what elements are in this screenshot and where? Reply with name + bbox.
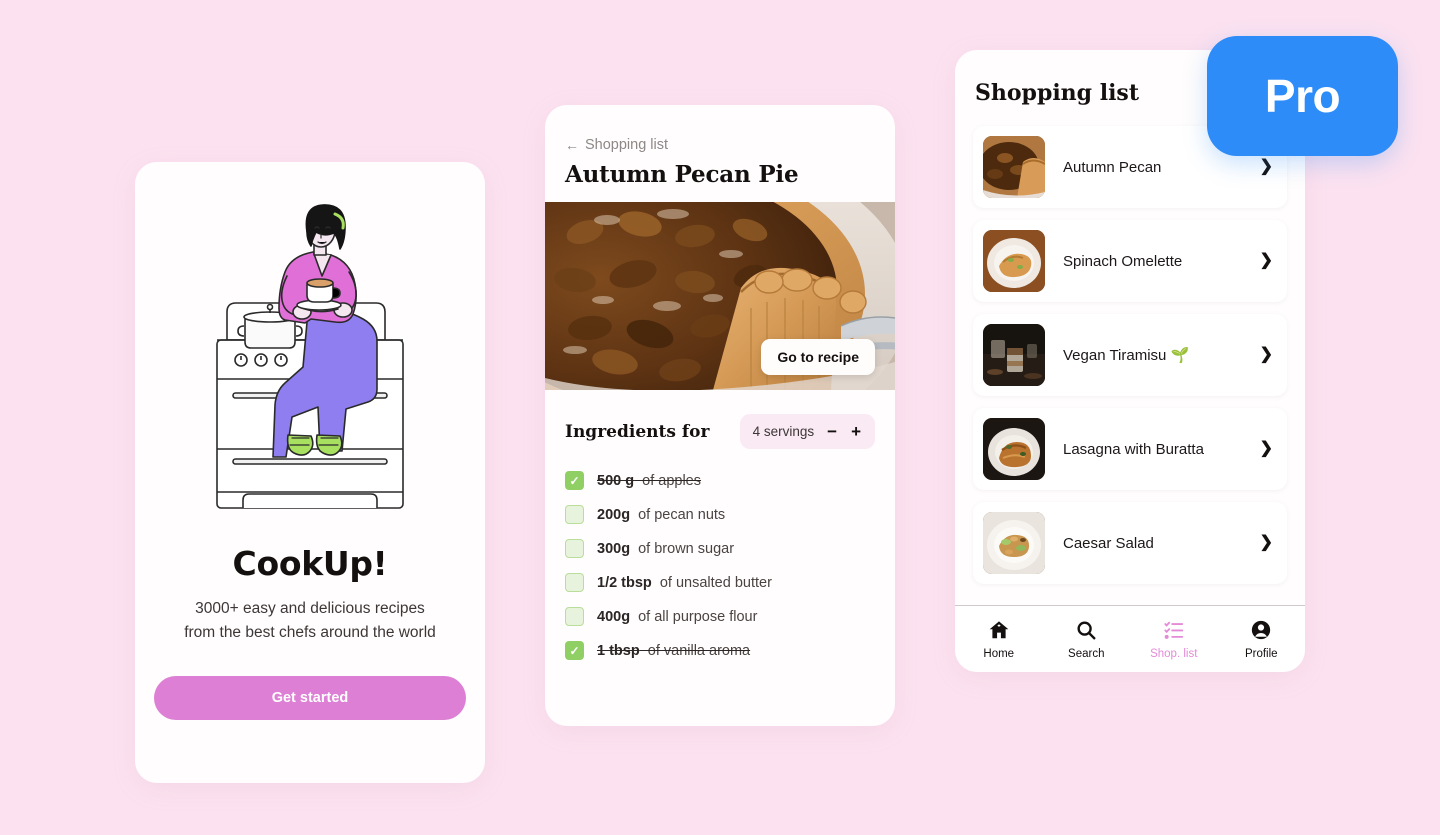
pro-badge[interactable]: Pro bbox=[1207, 36, 1398, 156]
tab-search[interactable]: Search bbox=[1043, 619, 1131, 660]
decrease-servings-button[interactable]: − bbox=[826, 423, 838, 440]
chevron-right-icon[interactable]: ❯ bbox=[1260, 347, 1273, 363]
ingredient-name: of pecan nuts bbox=[630, 506, 726, 523]
chevron-right-icon[interactable]: ❯ bbox=[1260, 253, 1273, 269]
check-icon: ✓ bbox=[569, 643, 580, 658]
shopping-list-item[interactable]: Lasagna with Buratta ❯ bbox=[973, 408, 1287, 490]
ingredient-quantity: 1 tbsp bbox=[597, 642, 640, 659]
ingredient-text: 500 g of apples bbox=[597, 473, 701, 489]
page-stage: CookUp! 3000+ easy and delicious recipes… bbox=[0, 0, 1440, 835]
omelette-thumb bbox=[983, 230, 1045, 292]
ingredient-name: of brown sugar bbox=[630, 540, 735, 557]
subtitle-line-2: from the best chefs around the world bbox=[184, 623, 436, 641]
checkbox-unchecked-icon[interactable] bbox=[565, 573, 584, 592]
profile-icon bbox=[1250, 619, 1272, 641]
checklist-icon bbox=[1163, 619, 1185, 641]
shopping-items-list: Autumn Pecan ❯ Spinach Omelette ❯ Vegan Ti… bbox=[955, 106, 1305, 605]
check-icon: ✓ bbox=[569, 473, 580, 488]
recipe-header: ← Shopping list Autumn Pecan Pie bbox=[545, 105, 895, 202]
checkbox-unchecked-icon[interactable] bbox=[565, 539, 584, 558]
salad-thumb bbox=[983, 512, 1045, 574]
servings-value: 4 servings bbox=[752, 424, 815, 439]
go-to-recipe-button[interactable]: Go to recipe bbox=[761, 339, 875, 375]
tab-profile[interactable]: Profile bbox=[1218, 619, 1306, 660]
get-started-button[interactable]: Get started bbox=[154, 676, 466, 721]
shopping-item-name: Lasagna with Buratta bbox=[1063, 440, 1204, 458]
ingredient-row[interactable]: 300g of brown sugar bbox=[565, 539, 875, 558]
lasagna-thumb bbox=[983, 418, 1045, 480]
ingredient-quantity: 1/2 tbsp bbox=[597, 574, 652, 591]
ingredient-row[interactable]: 400g of all purpose flour bbox=[565, 607, 875, 626]
tiramisu-thumb bbox=[983, 324, 1045, 386]
tab-shop-list[interactable]: Shop. list bbox=[1130, 619, 1218, 660]
ingredient-text: 200g of pecan nuts bbox=[597, 507, 725, 523]
servings-stepper[interactable]: 4 servings − + bbox=[739, 414, 875, 449]
shopping-list-item[interactable]: Spinach Omelette ❯ bbox=[973, 220, 1287, 302]
shopping-item-name: Vegan Tiramisu 🌱 bbox=[1063, 347, 1190, 364]
shopping-list-item[interactable]: Vegan Tiramisu 🌱 ❯ bbox=[973, 314, 1287, 396]
subtitle-line-1: 3000+ easy and delicious recipes bbox=[195, 600, 425, 617]
ingredient-name: of unsalted butter bbox=[651, 574, 772, 591]
ingredient-text: 1 tbsp of vanilla aroma bbox=[597, 643, 750, 659]
search-icon bbox=[1075, 619, 1097, 641]
ingredient-quantity: 200g bbox=[597, 506, 631, 523]
bottom-navigation-bar: Home Search Shop. list Profile bbox=[955, 605, 1305, 672]
chevron-right-icon[interactable]: ❯ bbox=[1260, 441, 1273, 457]
page-title: CookUp! bbox=[232, 544, 388, 583]
arrow-left-icon: ← bbox=[565, 137, 579, 153]
back-to-shopping-list-link[interactable]: ← Shopping list bbox=[565, 137, 668, 153]
ingredient-quantity: 500 g bbox=[597, 472, 635, 489]
ingredient-name: of all purpose flour bbox=[630, 608, 758, 625]
ingredients-heading: Ingredients for bbox=[565, 421, 710, 442]
shopping-list-item[interactable]: Caesar Salad ❯ bbox=[973, 502, 1287, 584]
checkbox-unchecked-icon[interactable] bbox=[565, 607, 584, 626]
recipe-hero-image: Go to recipe bbox=[545, 202, 895, 390]
ingredient-row[interactable]: ✓ 1 tbsp of vanilla aroma bbox=[565, 641, 875, 660]
onboarding-card: CookUp! 3000+ easy and delicious recipes… bbox=[135, 162, 485, 783]
ingredient-name: of vanilla aroma bbox=[639, 642, 751, 659]
checkbox-checked-icon[interactable]: ✓ bbox=[565, 471, 584, 490]
increase-servings-button[interactable]: + bbox=[850, 423, 862, 440]
tab-label: Search bbox=[1068, 647, 1105, 660]
shopping-item-name: Autumn Pecan bbox=[1063, 158, 1162, 176]
pecan-pie-thumb bbox=[983, 136, 1045, 198]
ingredient-name: of apples bbox=[634, 472, 702, 489]
woman-sitting-on-stove-illustration bbox=[195, 204, 425, 534]
tab-home[interactable]: Home bbox=[955, 619, 1043, 660]
ingredient-quantity: 400g bbox=[597, 608, 631, 625]
shopping-item-name: Caesar Salad bbox=[1063, 534, 1154, 552]
tab-label: Profile bbox=[1244, 647, 1278, 660]
chevron-right-icon[interactable]: ❯ bbox=[1260, 159, 1273, 175]
checkbox-unchecked-icon[interactable] bbox=[565, 505, 584, 524]
ingredient-text: 1/2 tbsp of unsalted butter bbox=[597, 575, 772, 591]
ingredient-row[interactable]: 1/2 tbsp of unsalted butter bbox=[565, 573, 875, 592]
ingredient-row[interactable]: 200g of pecan nuts bbox=[565, 505, 875, 524]
recipe-title: Autumn Pecan Pie bbox=[565, 161, 799, 188]
ingredient-quantity: 300g bbox=[597, 540, 631, 557]
ingredients-header: Ingredients for 4 servings − + bbox=[545, 390, 895, 449]
chevron-right-icon[interactable]: ❯ bbox=[1260, 535, 1273, 551]
back-link-label: Shopping list bbox=[585, 137, 669, 153]
shopping-item-name: Spinach Omelette bbox=[1063, 252, 1183, 270]
app-subtitle: 3000+ easy and delicious recipes from th… bbox=[184, 597, 436, 644]
ingredient-row[interactable]: ✓ 500 g of apples bbox=[565, 471, 875, 490]
checkbox-checked-icon[interactable]: ✓ bbox=[565, 641, 584, 660]
ingredient-list: ✓ 500 g of apples 200g of pecan nuts 300g o… bbox=[545, 449, 895, 660]
tab-label: Shop. list bbox=[1150, 647, 1198, 660]
recipe-card: ← Shopping list Autumn Pecan Pie Go to r… bbox=[545, 105, 895, 726]
ingredient-text: 300g of brown sugar bbox=[597, 541, 734, 557]
tab-label: Home bbox=[983, 647, 1015, 660]
ingredient-text: 400g of all purpose flour bbox=[597, 609, 757, 625]
home-icon bbox=[988, 619, 1010, 641]
